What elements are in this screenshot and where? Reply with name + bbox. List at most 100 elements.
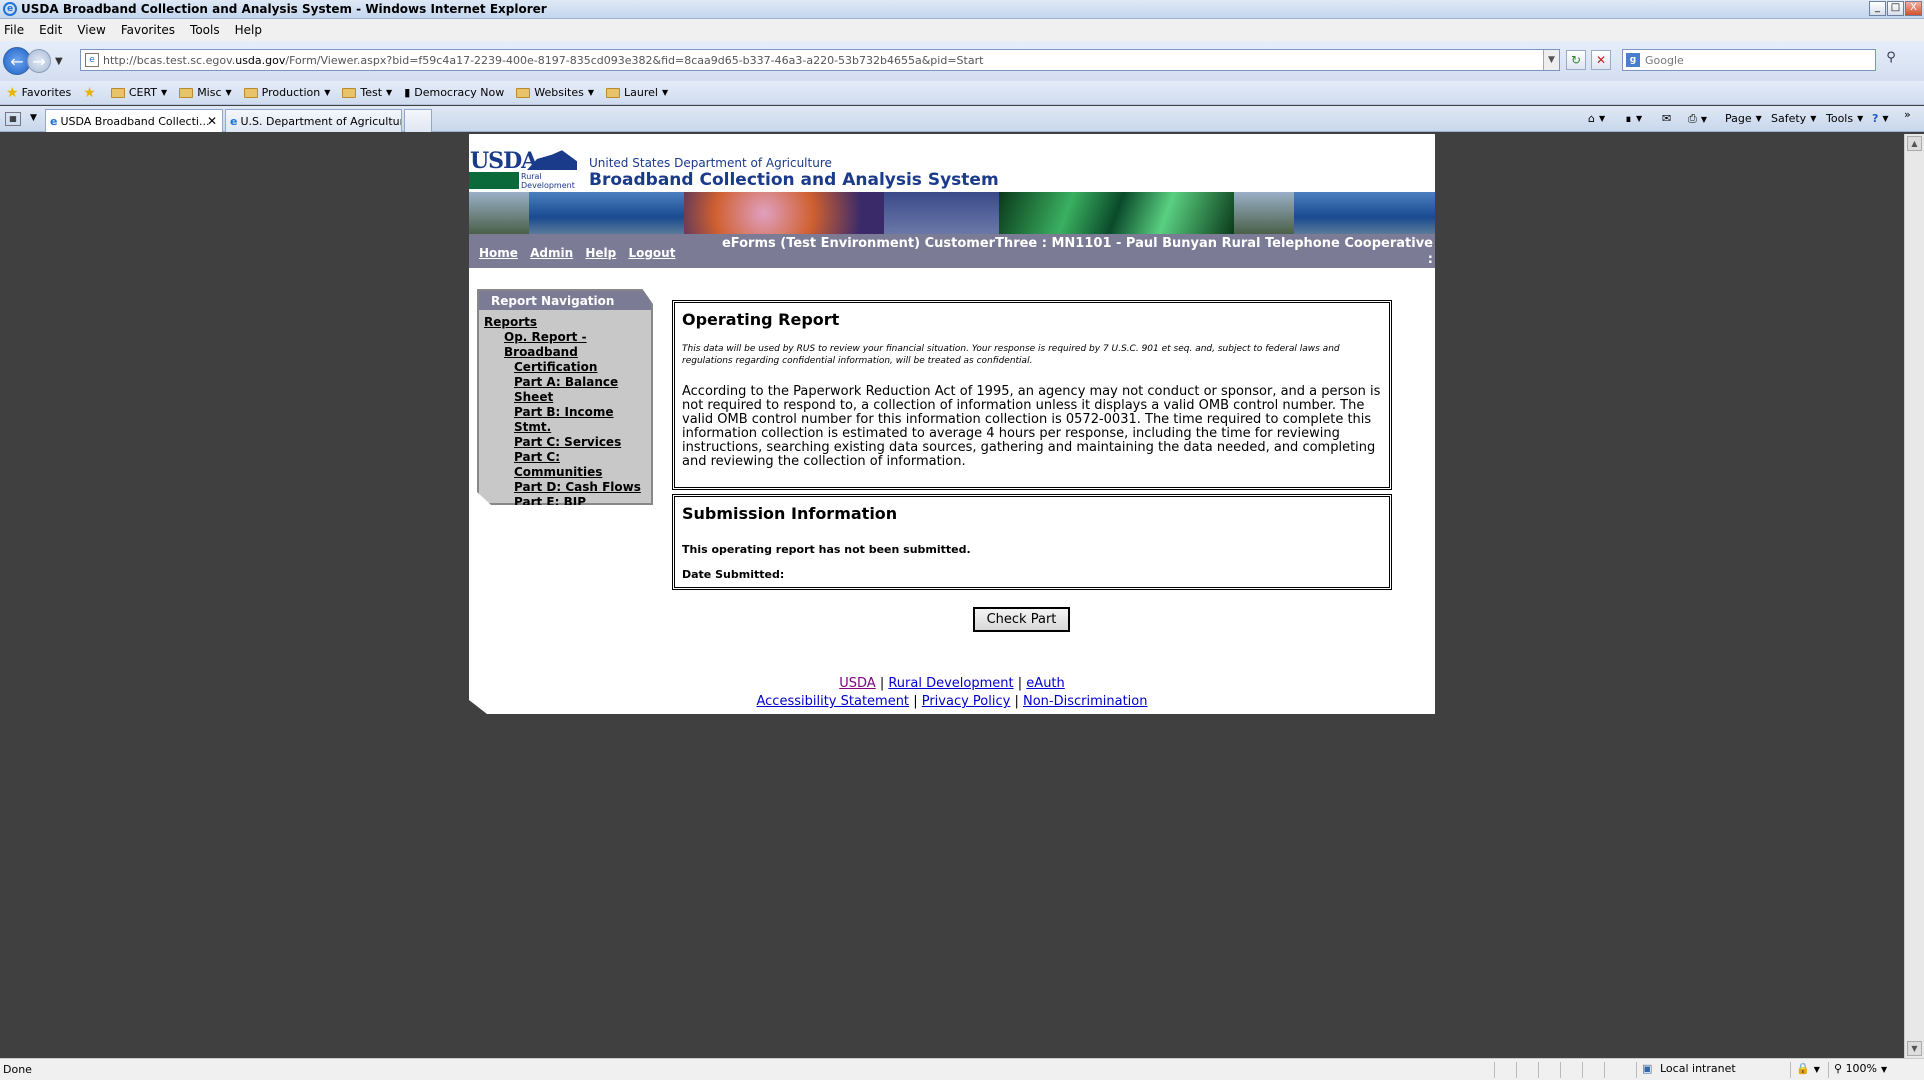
usda-logo[interactable]: USDA Rural Development xyxy=(469,148,581,190)
menu-help[interactable]: Help xyxy=(235,23,262,37)
nav-logout-link[interactable]: Logout xyxy=(628,246,675,260)
nav-part-c-communities-link[interactable]: Part C: Communities xyxy=(514,450,602,479)
nav-part-d-link[interactable]: Part D: Cash Flows xyxy=(514,480,641,494)
check-part-button[interactable]: Check Part xyxy=(973,607,1070,632)
department-name: United States Department of Agriculture xyxy=(589,156,832,170)
nav-measures-link[interactable]: Measures xyxy=(514,525,579,539)
url-prefix: http://bcas.test.sc.egov. xyxy=(103,53,236,67)
nav-help-link[interactable]: Help xyxy=(585,246,616,260)
security-zone: Local intranet xyxy=(1660,1062,1736,1075)
favorite-folder-test[interactable]: Test ▼ xyxy=(342,86,392,99)
footer-accessibility-link[interactable]: Accessibility Statement xyxy=(757,694,910,709)
footer-privacy-link[interactable]: Privacy Policy xyxy=(922,694,1011,709)
submission-heading: Submission Information xyxy=(682,504,898,523)
address-dropdown-icon[interactable]: ▼ xyxy=(1543,50,1559,70)
tab-usda-home[interactable]: e U.S. Department of Agriculture xyxy=(225,109,402,132)
search-placeholder: Google xyxy=(1645,53,1684,67)
search-input[interactable]: g Google xyxy=(1622,49,1876,71)
tab-usda-bcas[interactable]: e USDA Broadband Collecti... ✕ xyxy=(45,109,223,132)
context-info: eForms (Test Environment) CustomerThree … xyxy=(721,236,1433,283)
scroll-down-icon[interactable]: ▼ xyxy=(1907,1041,1922,1056)
forward-button[interactable]: → xyxy=(27,49,51,73)
google-icon: g xyxy=(1626,53,1640,67)
maximize-button[interactable]: □ xyxy=(1887,1,1904,16)
menu-view[interactable]: View xyxy=(77,23,105,37)
zoom-level[interactable]: ⚲ 100% ▼ xyxy=(1834,1062,1887,1075)
chevron-more-icon[interactable]: » xyxy=(1904,108,1911,121)
add-favorite-icon: ★ xyxy=(83,84,96,101)
help-icon[interactable]: ? ▼ xyxy=(1872,112,1889,125)
favorite-democracy-now[interactable]: ▮ Democracy Now xyxy=(404,86,504,99)
menu-edit[interactable]: Edit xyxy=(39,23,62,37)
folder-icon xyxy=(179,87,194,98)
nav-admin-link[interactable]: Admin xyxy=(530,246,573,260)
operating-report-heading: Operating Report xyxy=(682,310,840,329)
folder-icon xyxy=(516,87,531,98)
nav-home-link[interactable]: Home xyxy=(479,246,518,260)
window-title: USDA Broadband Collection and Analysis S… xyxy=(21,2,547,16)
protected-mode-icon[interactable]: 🔒 ▼ xyxy=(1796,1062,1820,1075)
site-header: USDA Rural Development United States Dep… xyxy=(469,148,1435,192)
favorites-button[interactable]: ★ Favorites xyxy=(6,85,71,101)
history-dropdown-icon[interactable]: ▼ xyxy=(55,56,63,67)
search-icon[interactable]: ⚲ xyxy=(1880,50,1902,70)
nav-part-a-link[interactable]: Part A: Balance Sheet xyxy=(514,375,618,404)
vertical-scrollbar[interactable]: ▲ ▼ xyxy=(1904,134,1924,1058)
favorite-folder-websites[interactable]: Websites ▼ xyxy=(516,86,594,99)
stop-button[interactable]: ✕ xyxy=(1591,50,1611,70)
scroll-up-icon[interactable]: ▲ xyxy=(1907,136,1922,151)
favorites-bar: ★ Favorites ★ CERT ▼ Misc ▼ Production ▼ Tes… xyxy=(0,81,1924,105)
menu-file[interactable]: File xyxy=(4,23,24,37)
ie-page-icon: e xyxy=(50,114,58,128)
footer-rural-development-link[interactable]: Rural Development xyxy=(888,676,1013,691)
folder-icon xyxy=(606,87,621,98)
site-nav-bar: Home Admin Help Logout eForms (Test Envi… xyxy=(469,234,1435,283)
add-favorite-button[interactable]: ★ xyxy=(83,85,99,101)
quick-tabs-icon[interactable]: ▦ xyxy=(5,112,21,126)
nav-part-c-services-link[interactable]: Part C: Services xyxy=(514,435,621,449)
close-window-button[interactable]: X xyxy=(1905,1,1922,16)
nav-part-e-link[interactable]: Part E: BIP Performance xyxy=(514,495,601,505)
home-icon[interactable]: ⌂ ▼ xyxy=(1588,112,1605,125)
submission-status: This operating report has not been submi… xyxy=(682,543,971,556)
favorite-folder-cert[interactable]: CERT ▼ xyxy=(110,86,167,99)
address-toolbar: ← → ▼ e http://bcas.test.sc.egov. usda.go… xyxy=(0,41,1924,81)
status-bar: Done ▣ Local intranet 🔒 ▼ ⚲ 100% ▼ xyxy=(0,1058,1924,1080)
ie-logo-icon: e xyxy=(3,2,17,16)
feeds-icon[interactable]: ∎ ▼ xyxy=(1625,112,1642,125)
favorite-folder-laurel[interactable]: Laurel ▼ xyxy=(606,86,668,99)
nav-certification-link[interactable]: Certification xyxy=(514,360,597,374)
favorite-folder-production[interactable]: Production ▼ xyxy=(243,86,330,99)
nav-reports-link[interactable]: Reports xyxy=(484,315,537,329)
menu-tools[interactable]: Tools xyxy=(190,23,220,37)
close-tab-icon[interactable]: ✕ xyxy=(207,114,217,128)
mail-icon[interactable]: ✉ xyxy=(1662,112,1671,125)
nav-op-report-link[interactable]: Op. Report - Broadband xyxy=(504,330,587,359)
window-titlebar: e USDA Broadband Collection and Analysis… xyxy=(0,0,1924,19)
footer-nondiscrimination-link[interactable]: Non-Discrimination xyxy=(1023,694,1148,709)
minimize-button[interactable]: _ xyxy=(1869,1,1886,16)
page-icon: ▮ xyxy=(404,86,411,99)
new-tab-button[interactable] xyxy=(404,109,432,132)
folder-icon xyxy=(243,87,258,98)
menu-favorites[interactable]: Favorites xyxy=(121,23,175,37)
folder-icon xyxy=(342,87,357,98)
tab-list-icon[interactable]: ▼ xyxy=(30,113,37,123)
print-icon[interactable]: ⎙ ▼ xyxy=(1688,112,1707,126)
page-menu[interactable]: Page ▼ xyxy=(1725,112,1762,125)
footer-usda-link[interactable]: USDA xyxy=(839,676,875,691)
url-suffix: /Form/Viewer.aspx?bid=f59c4a17-2239-400e… xyxy=(285,53,984,67)
safety-menu[interactable]: Safety ▼ xyxy=(1771,112,1816,125)
refresh-button[interactable]: ↻ xyxy=(1566,50,1586,70)
nav-notes-link[interactable]: Notes xyxy=(514,540,553,554)
address-input[interactable]: e http://bcas.test.sc.egov. usda.gov/Form… xyxy=(80,49,1560,71)
nav-part-b-link[interactable]: Part B: Income Stmt. xyxy=(514,405,614,434)
url-domain: usda.gov xyxy=(235,53,286,67)
report-navigation-title: Report Navigation xyxy=(479,291,651,310)
tools-menu[interactable]: Tools ▼ xyxy=(1826,112,1863,125)
date-submitted-label: Date Submitted: xyxy=(682,568,785,581)
favorite-folder-misc[interactable]: Misc ▼ xyxy=(179,86,232,99)
footer-eauth-link[interactable]: eAuth xyxy=(1026,676,1064,691)
page-icon: e xyxy=(85,53,99,67)
site-footer: USDA | Rural Development | eAuth Accessi… xyxy=(756,676,1148,709)
